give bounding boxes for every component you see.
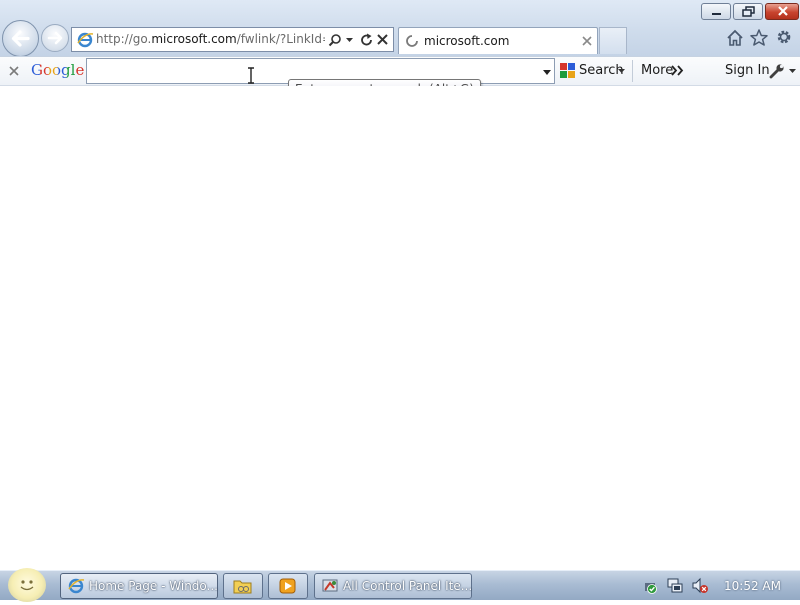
close-window-button[interactable] [765, 3, 799, 20]
taskbar: Home Page - Windo... All Control Panel I… [0, 568, 800, 602]
security-shield-icon[interactable] [642, 577, 658, 595]
new-tab-button[interactable] [599, 27, 627, 54]
taskbar-ie-label: Home Page - Windo... [89, 579, 218, 593]
close-icon [766, 4, 798, 19]
loading-spinner-icon [406, 35, 418, 47]
home-icon[interactable] [725, 28, 745, 48]
url-suffix: /fwlink/?LinkId=69 [236, 32, 325, 46]
search-icon[interactable] [328, 33, 342, 47]
forward-button[interactable] [41, 24, 69, 52]
back-arrow-icon [11, 30, 30, 47]
google-search-input[interactable] [93, 64, 533, 79]
page-content-area[interactable] [0, 86, 800, 570]
toolbar-divider [632, 60, 633, 82]
start-button[interactable] [8, 568, 46, 602]
minimize-button[interactable] [701, 3, 731, 20]
back-button[interactable] [2, 20, 39, 57]
system-clock[interactable]: 10:52 AM [724, 579, 781, 593]
ie-page-icon [77, 32, 94, 48]
start-smiley-icon [20, 580, 34, 591]
google-logo: Google [31, 61, 84, 79]
url-prefix: http://go. [96, 32, 152, 46]
forward-arrow-icon [47, 31, 63, 45]
taskbar-ie-window[interactable]: Home Page - Windo... [60, 573, 218, 599]
browser-title-bar: http://go.microsoft.com/fwlink/?LinkId=6… [0, 0, 800, 57]
media-player-icon [279, 578, 296, 594]
taskbar-control-panel-window[interactable]: All Control Panel Ite... [314, 573, 472, 599]
taskbar-control-panel-label: All Control Panel Ite... [343, 579, 473, 593]
settings-gear-icon[interactable] [774, 27, 794, 47]
control-panel-icon [322, 579, 338, 592]
network-icon[interactable] [666, 577, 684, 595]
address-dropdown-icon[interactable] [346, 33, 354, 47]
search-history-dropdown-icon[interactable] [542, 67, 552, 77]
volume-muted-icon[interactable] [691, 577, 709, 595]
stop-icon[interactable] [376, 33, 390, 47]
close-toolbar-icon[interactable] [8, 65, 20, 77]
text-cursor-icon [248, 67, 254, 84]
refresh-icon[interactable] [360, 33, 374, 47]
tab-title: microsoft.com [424, 34, 510, 48]
double-chevron-right-icon[interactable] [671, 65, 685, 77]
address-bar[interactable]: http://go.microsoft.com/fwlink/?LinkId=6… [71, 27, 394, 52]
google-logo-text: Google [31, 61, 85, 79]
ie-icon [68, 578, 85, 594]
restore-icon [734, 4, 762, 19]
restore-button[interactable] [733, 3, 763, 20]
minimize-icon [702, 4, 730, 19]
sign-in-button[interactable]: Sign In [725, 63, 770, 78]
taskbar-explorer-button[interactable] [223, 573, 263, 599]
wrench-icon[interactable] [769, 63, 785, 79]
favorites-star-icon[interactable] [749, 28, 769, 48]
address-url[interactable]: http://go.microsoft.com/fwlink/?LinkId=6… [96, 32, 325, 46]
tab-microsoft[interactable]: microsoft.com [398, 27, 598, 54]
folder-icon [233, 580, 252, 594]
search-options-dropdown-icon[interactable] [618, 67, 626, 75]
search-button[interactable]: Search [579, 63, 624, 78]
google-search-icon [560, 63, 575, 78]
taskbar-media-player-button[interactable] [268, 573, 308, 599]
close-tab-icon[interactable] [581, 35, 593, 47]
url-domain: microsoft.com [151, 32, 237, 46]
more-button[interactable]: More [641, 63, 673, 78]
wrench-dropdown-icon[interactable] [789, 67, 797, 75]
